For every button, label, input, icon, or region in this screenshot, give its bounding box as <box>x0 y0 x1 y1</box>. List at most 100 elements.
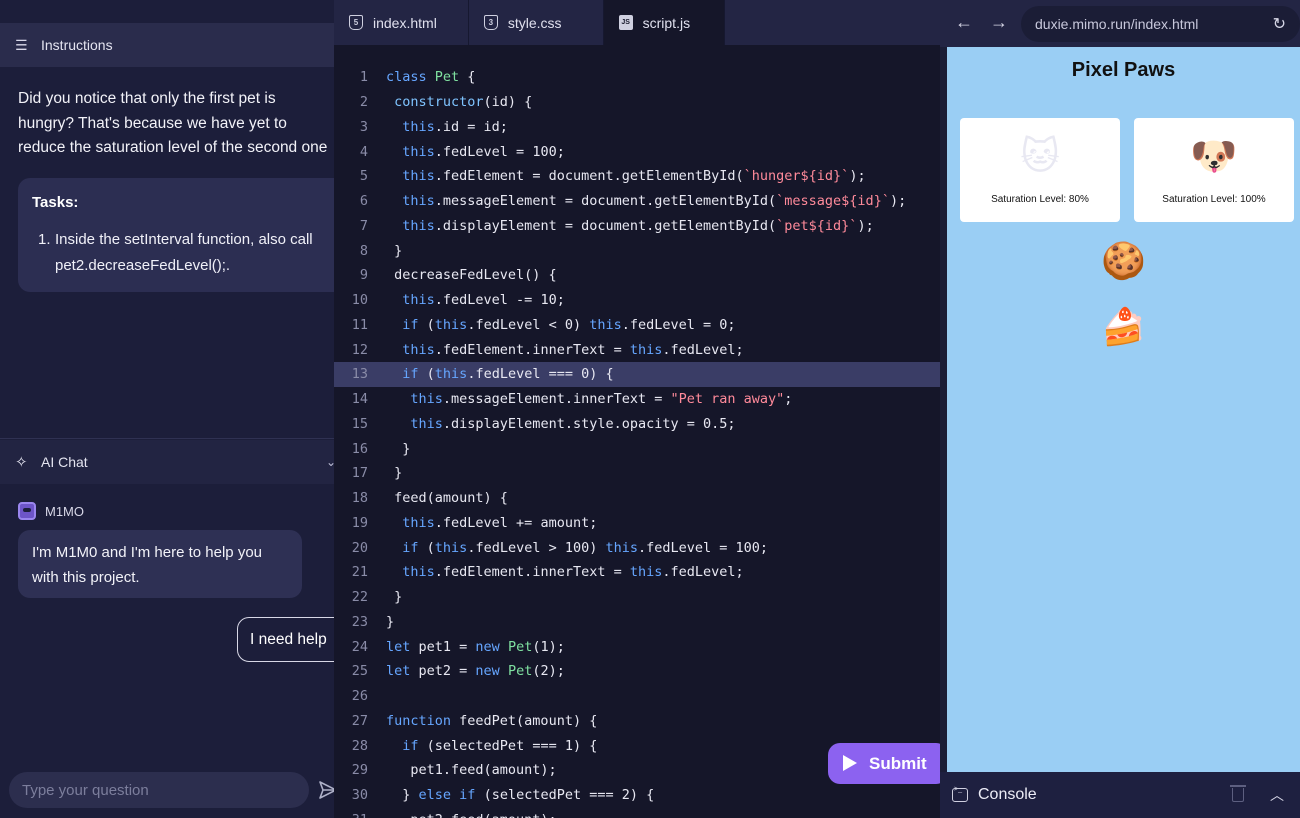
task-line: Inside the setInterval function, also ca… <box>55 231 313 248</box>
cookie-icon[interactable]: 🍪 <box>947 240 1300 282</box>
js-icon: JS <box>618 15 633 30</box>
saturation-label: Saturation Level: 80% <box>991 194 1089 205</box>
code-text: } else if (selectedPet === 2) { <box>386 787 655 804</box>
code-line[interactable]: 13 if (this.fedLevel === 0) { <box>334 362 940 387</box>
code-line[interactable]: 15 this.displayElement.style.opacity = 0… <box>334 412 940 437</box>
line-number: 13 <box>351 366 368 383</box>
code-line[interactable]: 26 <box>334 684 940 709</box>
code-line[interactable]: 20 if (this.fedLevel > 100) this.fedLeve… <box>334 535 940 560</box>
code-text: this.displayElement.style.opacity = 0.5; <box>410 415 736 432</box>
code-line[interactable]: 12 this.fedElement.innerText = this.fedL… <box>334 337 940 362</box>
task-line: pet2.decreaseFedLevel();. <box>55 257 231 274</box>
code-line[interactable]: 21 this.fedElement.innerText = this.fedL… <box>334 560 940 585</box>
ai-chat-header[interactable]: ✧ AI Chat ⌄ <box>0 440 334 484</box>
bot-message-line: with this project. <box>32 569 140 586</box>
instructions-text: Did you notice that only the first pet i… <box>0 67 330 161</box>
line-number: 28 <box>351 737 368 754</box>
line-number: 17 <box>351 465 368 482</box>
need-help-button[interactable]: I need help <box>237 617 334 662</box>
task-text: Inside the setInterval function, also ca… <box>55 227 313 279</box>
url-bar[interactable]: duxie.mimo.run/index.html <box>1021 6 1300 42</box>
tab-style-css[interactable]: 3 style.css <box>469 0 604 45</box>
code-area[interactable]: 1 class Pet {2 constructor(id) {3 this.id… <box>334 65 940 818</box>
line-number: 12 <box>351 341 368 358</box>
bot-avatar-icon <box>18 502 36 520</box>
page-title: Pixel Paws <box>1071 59 1176 81</box>
tab-script-js[interactable]: JS script.js <box>603 0 725 45</box>
line-number: 10 <box>351 292 368 309</box>
preview-viewport: Pixel Paws 🐱 Saturation Level: 80% 🐶 Sat… <box>947 47 1300 772</box>
code-line[interactable]: 1 class Pet { <box>334 65 940 90</box>
html5-icon: 5 <box>349 15 363 30</box>
line-number: 16 <box>351 440 368 457</box>
code-text: pet1.feed(amount); <box>386 762 557 779</box>
code-line[interactable]: 14 this.messageElement.innerText = "Pet … <box>334 387 940 412</box>
code-line[interactable]: 2 constructor(id) { <box>334 90 940 115</box>
code-line[interactable]: 31 pet2.feed(amount); <box>334 808 940 818</box>
bot-name: M1MO <box>45 503 84 519</box>
tab-index-html[interactable]: 5 index.html <box>334 0 469 45</box>
bot-message-line: I'm M1M0 and I'm here to help you <box>32 544 263 561</box>
instructions-header[interactable]: ☰ Instructions <box>0 23 334 67</box>
question-input[interactable] <box>9 772 309 808</box>
code-text: if (this.fedLevel < 0) this.fedLevel = 0… <box>402 316 736 333</box>
code-line[interactable]: 16 } <box>334 436 940 461</box>
code-line[interactable]: 4 this.fedLevel = 100; <box>334 139 940 164</box>
code-text: this.messageElement.innerText = "Pet ran… <box>410 391 793 408</box>
instructions-line: reduce the saturation level of the secon… <box>18 139 328 156</box>
code-text: let pet2 = new Pet(2); <box>386 663 565 680</box>
send-icon[interactable] <box>318 780 334 800</box>
instructions-header-label: Instructions <box>41 37 113 53</box>
back-arrow-icon[interactable]: ← <box>955 12 973 33</box>
code-line[interactable]: 9 decreaseFedLevel() { <box>334 263 940 288</box>
code-line[interactable]: 17 } <box>334 461 940 486</box>
pet-card[interactable]: 🐱 Saturation Level: 80% <box>960 118 1120 222</box>
line-number: 3 <box>359 118 368 135</box>
line-number: 29 <box>351 762 368 779</box>
code-line[interactable]: 30 } else if (selectedPet === 2) { <box>334 783 940 808</box>
line-number: 15 <box>351 415 368 432</box>
code-line[interactable]: 10 this.fedLevel -= 10; <box>334 288 940 313</box>
tab-label: script.js <box>642 14 691 31</box>
code-line[interactable]: 5 this.fedElement = document.getElementB… <box>334 164 940 189</box>
trash-icon[interactable] <box>1230 785 1246 802</box>
code-line[interactable]: 19 this.fedLevel += amount; <box>334 511 940 536</box>
console-label: Console <box>978 786 1037 803</box>
code-text: function feedPet(amount) { <box>386 712 598 729</box>
panel-divider[interactable] <box>0 438 334 439</box>
line-number: 2 <box>359 94 368 111</box>
preview-panel: ← → duxie.mimo.run/index.html ↻ Pixel Pa… <box>940 0 1300 818</box>
code-line[interactable]: 24 let pet1 = new Pet(1); <box>334 634 940 659</box>
line-number: 26 <box>351 688 368 705</box>
code-text: } <box>386 242 403 259</box>
instructions-line: hungry? That's because we have yet to <box>18 114 287 132</box>
code-line[interactable]: 18 feed(amount) { <box>334 486 940 511</box>
code-line[interactable]: 11 if (this.fedLevel < 0) this.fedLevel … <box>334 313 940 338</box>
forward-arrow-icon[interactable]: → <box>990 12 1008 33</box>
code-line[interactable]: 25 let pet2 = new Pet(2); <box>334 659 940 684</box>
code-line[interactable]: 8 } <box>334 238 940 263</box>
cake-icon[interactable]: 🍰 <box>947 306 1300 348</box>
code-text: if (selectedPet === 1) { <box>402 737 598 754</box>
code-line[interactable]: 23} <box>334 610 940 635</box>
code-text: this.displayElement = document.getElemen… <box>402 217 874 234</box>
submit-button[interactable]: Submit <box>828 743 948 784</box>
reload-icon[interactable]: ↻ <box>1273 14 1286 34</box>
chevron-down-icon[interactable]: ⌄ <box>326 455 334 469</box>
bot-message-bubble: I'm M1M0 and I'm here to help you with t… <box>18 530 302 598</box>
code-line[interactable]: 7 this.displayElement = document.getElem… <box>334 214 940 239</box>
line-number: 31 <box>334 812 368 818</box>
code-line[interactable]: 27 function feedPet(amount) { <box>334 709 940 734</box>
code-line[interactable]: 3 this.id = id; <box>334 115 940 140</box>
code-text: } <box>386 589 403 606</box>
code-text: } <box>386 440 411 457</box>
pet-card[interactable]: 🐶 Saturation Level: 100% <box>1134 118 1294 222</box>
code-line[interactable]: 6 this.messageElement = document.getElem… <box>334 189 940 214</box>
console-bar[interactable]: Console ︿ <box>940 772 1300 818</box>
code-text: this.fedLevel += amount; <box>402 514 598 531</box>
chevron-up-icon[interactable]: ︿ <box>1270 785 1284 805</box>
task-item: 1. Inside the setInterval function, also… <box>32 227 334 279</box>
code-line[interactable]: 22 } <box>334 585 940 610</box>
left-panel: ☰ Instructions Did you notice that only … <box>0 0 334 818</box>
code-text: this.fedLevel = 100; <box>402 143 565 160</box>
